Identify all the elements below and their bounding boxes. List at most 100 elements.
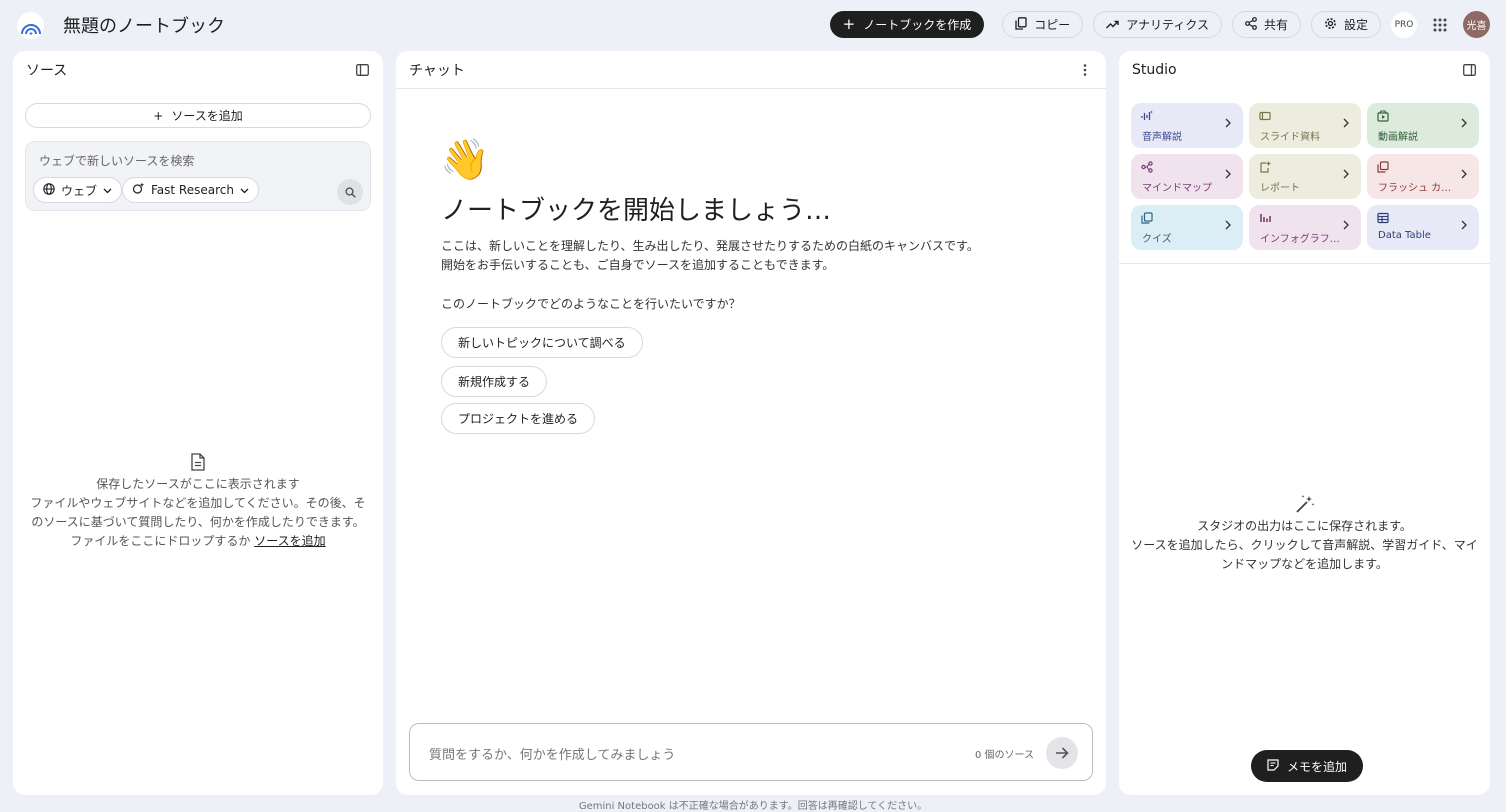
studio-tile-flashcard[interactable]: フラッシュ カ… — [1367, 154, 1479, 199]
studio-panel: Studio 音声解説 スライド資料 動画解説 マインドマップ レポート フラッ… — [1119, 51, 1490, 795]
send-button[interactable] — [1046, 737, 1078, 769]
studio-title: Studio — [1132, 62, 1177, 78]
studio-header: Studio — [1119, 51, 1490, 89]
sources-empty-state: 保存したソースがここに表示されます ファイルやウェブサイトなどを追加してください… — [13, 453, 383, 551]
plus-icon: + — [153, 108, 164, 123]
chat-panel: チャット 👋 ノートブックを開始しましょう… ここは、新しいことを理解したり、生… — [396, 51, 1106, 795]
copy-icon — [1015, 16, 1027, 33]
chevron-right-icon — [1343, 169, 1349, 182]
add-memo-label: メモを追加 — [1287, 759, 1348, 774]
chat-title: チャット — [409, 62, 465, 79]
disclaimer-footer: Gemini Notebook は不正確な場合があります。回答は再確認してくださ… — [578, 801, 928, 812]
studio-tile-label: フラッシュ カ… — [1378, 183, 1452, 194]
waving-hand-emoji: 👋 — [440, 137, 490, 183]
infographic-icon — [1259, 212, 1271, 224]
studio-tile-slides[interactable]: スライド資料 — [1249, 103, 1361, 148]
chevron-right-icon — [1225, 118, 1231, 131]
arrow-right-icon — [1055, 744, 1069, 763]
studio-tiles: 音声解説 スライド資料 動画解説 マインドマップ レポート フラッシュ カ… ク… — [1131, 103, 1480, 250]
research-sparkle-icon — [132, 182, 145, 198]
settings-label: 設定 — [1343, 18, 1368, 32]
drop-hint-text: ファイルをここにドロップするか — [70, 534, 251, 548]
avatar[interactable]: 光喜 — [1463, 11, 1490, 38]
suggestion-chip[interactable]: 新しいトピックについて調べる — [441, 327, 643, 358]
studio-empty-state: スタジオの出力はここに保存されます。 ソースを追加したら、クリックして音声解説、… — [1119, 494, 1490, 574]
magic-wand-icon — [1129, 494, 1480, 514]
research-mode-dropdown[interactable]: Fast Research — [122, 177, 259, 203]
audio-icon — [1141, 110, 1153, 122]
studio-tile-quiz[interactable]: クイズ — [1131, 205, 1243, 250]
studio-tile-label: Data Table — [1378, 230, 1431, 241]
chevron-right-icon — [1343, 118, 1349, 131]
studio-tile-infographic[interactable]: インフォグラフ… — [1249, 205, 1361, 250]
web-source-search: ウェブで新しいソースを検索 ウェブ Fast Research — [25, 141, 371, 211]
chevron-right-icon — [1461, 220, 1467, 233]
studio-tile-label: 音声解説 — [1142, 132, 1182, 143]
sources-empty-title: 保存したソースがここに表示されます — [96, 477, 300, 491]
trending-up-icon — [1106, 18, 1119, 32]
analytics-label: アナリティクス — [1126, 18, 1209, 32]
add-memo-button[interactable]: メモを追加 — [1251, 750, 1364, 782]
chevron-right-icon — [1461, 169, 1467, 182]
suggestion-chip[interactable]: 新規作成する — [441, 366, 548, 397]
sources-empty-drop-hint: ファイルをここにドロップするか ソースを追加 — [13, 532, 383, 551]
slides-icon — [1259, 110, 1271, 122]
flashcard-icon — [1377, 161, 1389, 173]
studio-divider — [1119, 263, 1490, 264]
studio-tile-label: 動画解説 — [1378, 132, 1418, 143]
report-icon — [1259, 161, 1271, 173]
share-label: 共有 — [1263, 18, 1288, 32]
chat-input[interactable]: 質問をするか、何かを作成してみましょう — [429, 744, 675, 763]
mindmap-icon — [1141, 161, 1153, 173]
note-icon — [1267, 758, 1279, 774]
studio-empty-title: スタジオの出力はここに保存されます。 — [1197, 519, 1412, 533]
sources-empty-body: ファイルやウェブサイトなどを追加してください。その後、そのソースに基づいて質問し… — [30, 496, 366, 529]
studio-tile-label: スライド資料 — [1260, 132, 1320, 143]
search-input[interactable]: ウェブで新しいソースを検索 — [39, 152, 194, 169]
share-button[interactable]: 共有 — [1231, 11, 1301, 38]
add-source-button[interactable]: + ソースを追加 — [25, 103, 371, 128]
studio-tile-report[interactable]: レポート — [1249, 154, 1361, 199]
collapse-panel-icon[interactable] — [354, 62, 370, 78]
share-icon — [1245, 16, 1257, 33]
chevron-right-icon — [1343, 220, 1349, 233]
studio-tile-audio[interactable]: 音声解説 — [1131, 103, 1243, 148]
settings-button[interactable]: 設定 — [1310, 11, 1381, 38]
create-notebook-button[interactable]: + ノートブックを作成 — [829, 11, 985, 38]
studio-tile-label: クイズ — [1142, 234, 1172, 245]
studio-tile-label: マインドマップ — [1142, 183, 1212, 194]
studio-tile-mindmap[interactable]: マインドマップ — [1131, 154, 1243, 199]
chat-prompt-question: このノートブックでどのようなことを行いたいですか？ — [441, 297, 741, 311]
search-submit-button[interactable] — [337, 179, 363, 205]
studio-tile-label: レポート — [1260, 183, 1300, 194]
plus-icon: + — [842, 15, 856, 33]
document-icon — [13, 453, 383, 471]
chat-header: チャット — [396, 51, 1106, 89]
analytics-button[interactable]: アナリティクス — [1093, 11, 1222, 38]
studio-tile-video[interactable]: 動画解説 — [1367, 103, 1479, 148]
notebook-logo-icon[interactable] — [17, 12, 44, 39]
chevron-right-icon — [1225, 169, 1231, 182]
apps-grid-icon[interactable] — [1427, 12, 1453, 38]
top-bar: 無題のノートブック + ノートブックを作成 コピー アナリティクス 共有 設定 … — [0, 0, 1506, 50]
create-notebook-label: ノートブックを作成 — [863, 18, 972, 32]
studio-tile-data-table[interactable]: Data Table — [1367, 205, 1479, 250]
sources-title: ソース — [26, 63, 68, 79]
chat-input-box: 質問をするか、何かを作成してみましょう 0 個のソース — [409, 723, 1093, 781]
sources-panel: ソース + ソースを追加 ウェブで新しいソースを検索 ウェブ Fast Rese… — [13, 51, 383, 795]
add-source-link[interactable]: ソースを追加 — [254, 534, 325, 548]
video-icon — [1377, 110, 1389, 122]
more-vert-icon[interactable] — [1077, 62, 1093, 78]
research-chip-label: Fast Research — [151, 183, 234, 197]
web-source-dropdown[interactable]: ウェブ — [33, 177, 123, 203]
globe-icon — [43, 182, 55, 198]
collapse-panel-icon[interactable] — [1461, 62, 1477, 78]
table-icon — [1377, 212, 1389, 224]
gear-icon — [1324, 17, 1337, 33]
notebook-title[interactable]: 無題のノートブック — [63, 12, 225, 38]
copy-button[interactable]: コピー — [1002, 11, 1084, 38]
studio-empty-body: ソースを追加したら、クリックして音声解説、学習ガイド、マインドマップなどを追加し… — [1131, 538, 1478, 571]
quiz-icon — [1141, 212, 1153, 224]
source-count-label: 0 個のソース — [974, 750, 1034, 761]
suggestion-chip[interactable]: プロジェクトを進める — [441, 403, 596, 434]
